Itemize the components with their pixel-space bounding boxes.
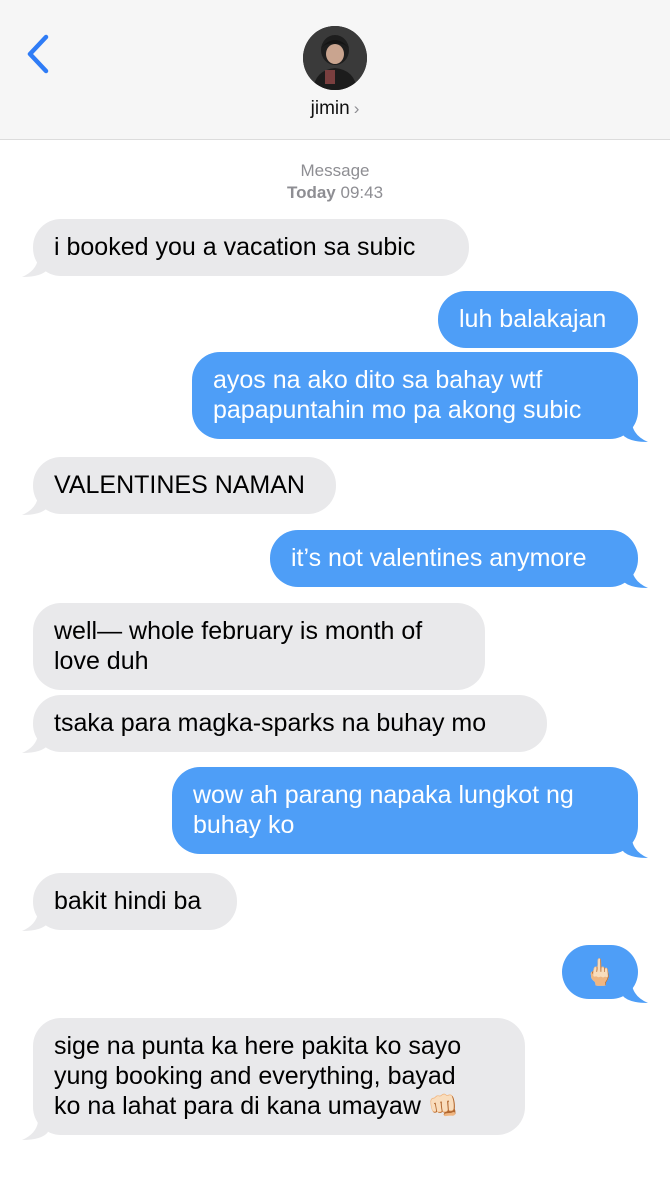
message-bubble-outgoing[interactable]: luh balakajan (438, 291, 638, 348)
message-text: ko na lahat para di kana umayaw (54, 1092, 421, 1120)
message-text-line: well— whole february is month of (54, 617, 423, 645)
contact-name-row[interactable]: jimin › (0, 98, 670, 120)
message-text-line: ayos na ako dito sa bahay wtf (213, 366, 543, 394)
message-bubble-outgoing[interactable]: wow ah parang napaka lungkot ng buhay ko (172, 767, 638, 854)
message-text: it’s not valentines anymore (291, 544, 587, 572)
message-text-line: love duh (54, 647, 149, 675)
message-bubble-incoming[interactable]: tsaka para magka-sparks na buhay mo (33, 695, 547, 752)
message-bubble-incoming[interactable]: well— whole february is month of love du… (33, 603, 485, 690)
bubble-tail (22, 735, 48, 753)
message-text: i booked you a vacation sa subic (54, 233, 416, 261)
emoji: 👊🏻 (427, 1092, 459, 1120)
message-text-line: sige na punta ka here pakita ko sayo (54, 1032, 462, 1060)
avatar-photo (303, 26, 367, 90)
message-bubble-incoming[interactable]: VALENTINES NAMAN (33, 457, 336, 514)
bubble-tail (22, 913, 48, 931)
back-button[interactable] (22, 34, 56, 74)
timestamp-time: 09:43 (340, 183, 384, 202)
timestamp-day: Today (286, 183, 336, 202)
bubble-tail (622, 840, 648, 858)
message-text-line: yung booking and everything, bayad (54, 1062, 456, 1090)
emoji: 🖕🏻 (583, 957, 617, 987)
message-text-line: papapuntahin mo pa akong subic (213, 396, 582, 424)
bubble-tail (22, 259, 48, 277)
conversation-header: jimin › (0, 0, 670, 140)
message-text: luh balakajan (459, 305, 607, 333)
avatar[interactable] (303, 26, 367, 90)
message-text-line: wow ah parang napaka lungkot ng (193, 781, 574, 809)
message-text-line: ko na lahat para di kana umayaw 👊🏻 (54, 1091, 504, 1121)
chevron-right-icon: › (353, 99, 360, 118)
service-label: Message (300, 161, 370, 180)
bubble-tail (22, 497, 48, 515)
message-bubble-incoming[interactable]: sige na punta ka here pakita ko sayo yun… (33, 1018, 525, 1135)
message-bubble-outgoing[interactable]: it’s not valentines anymore (270, 530, 638, 587)
bubble-tail (22, 1122, 48, 1140)
bubble-tail (622, 570, 648, 588)
message-text-line: buhay ko (193, 811, 295, 839)
message-bubble-outgoing[interactable]: ayos na ako dito sa bahay wtf papapuntah… (192, 352, 638, 439)
chevron-left-icon (27, 34, 49, 74)
message-text: VALENTINES NAMAN (54, 471, 305, 499)
message-bubble-incoming[interactable]: bakit hindi ba (33, 873, 237, 930)
message-text: tsaka para magka-sparks na buhay mo (54, 709, 487, 737)
message-bubble-incoming[interactable]: i booked you a vacation sa subic (33, 219, 469, 276)
contact-name: jimin (310, 98, 350, 119)
bubble-tail (622, 985, 648, 1003)
bubble-tail (622, 424, 648, 442)
message-text: bakit hindi ba (54, 887, 202, 915)
timestamp: Today 09:43 (0, 182, 670, 204)
